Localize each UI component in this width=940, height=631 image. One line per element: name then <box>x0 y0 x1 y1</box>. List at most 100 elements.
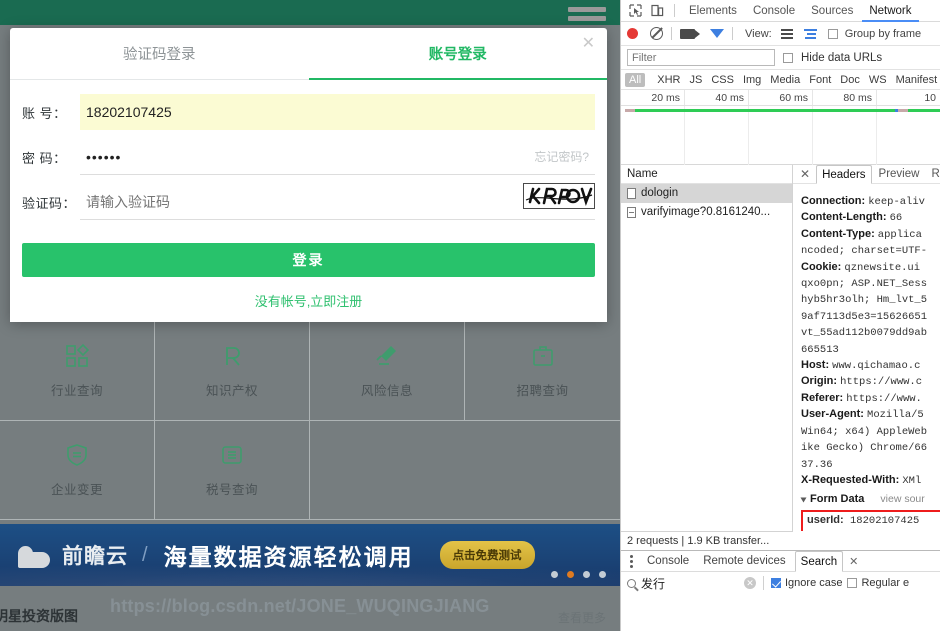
detail-tab-headers[interactable]: Headers <box>816 164 872 184</box>
request-row-dologin[interactable]: dologin <box>621 184 792 203</box>
detail-tab-preview[interactable]: Preview <box>874 165 925 184</box>
type-filter-ws[interactable]: WS <box>865 73 891 87</box>
header-line: hyb5hr3olh; Hm_lvt_5 <box>801 294 928 307</box>
login-form: 账 号： 密 码： 忘记密码? 验证码： <box>10 80 607 310</box>
regular-expression-checkbox[interactable] <box>847 578 858 588</box>
tab-sources[interactable]: Sources <box>804 0 860 22</box>
ignore-case-checkbox[interactable] <box>771 578 781 588</box>
type-filter-doc[interactable]: Doc <box>836 73 864 87</box>
hamburger-menu-icon[interactable] <box>568 7 606 25</box>
captcha-field-row: 验证码： <box>22 183 595 220</box>
type-filter-manifest[interactable]: Manifest <box>892 73 940 87</box>
search-input[interactable] <box>641 576 739 590</box>
type-filter-css[interactable]: CSS <box>707 73 738 87</box>
website-page: 行业查询 知识产权 风险信息 招聘查询 企业变更 税号查询 前瞻云 / 海量数据… <box>0 0 620 631</box>
type-filter-font[interactable]: Font <box>805 73 835 87</box>
register-link[interactable]: 没有帐号,立即注册 <box>22 291 595 310</box>
form-data-entry: userId: 18202107425 <box>807 513 920 527</box>
header-line: Connection: keep-aliv <box>801 195 925 208</box>
promo-banner[interactable]: 前瞻云 / 海量数据资源轻松调用 点击免费测试 <box>0 524 620 586</box>
login-modal: ✕ 验证码登录 账号登录 账 号： 密 码： 忘记密码? <box>10 28 607 322</box>
network-timeline-overview[interactable]: 20 ms 40 ms 60 ms 80 ms 10 <box>621 90 940 165</box>
waterfall-view-icon[interactable] <box>803 28 817 39</box>
request-row-varifyimage[interactable]: varifyimage?0.8161240... <box>621 203 792 222</box>
captcha-input[interactable] <box>80 183 595 220</box>
carousel-dot[interactable] <box>583 571 590 578</box>
carousel-dot[interactable] <box>551 571 558 578</box>
camera-icon[interactable] <box>680 28 700 39</box>
type-filter-all[interactable]: All <box>625 72 646 87</box>
detail-tab-response[interactable]: Respo <box>926 165 940 184</box>
captcha-image[interactable] <box>523 183 595 209</box>
request-detail-pane: ✕ Headers Preview Respo Connection: keep… <box>793 164 940 531</box>
header-line: Content-Type: applica <box>801 227 922 241</box>
drawer-tab-remote-devices[interactable]: Remote devices <box>698 551 790 572</box>
more-options-icon[interactable] <box>625 554 638 568</box>
captcha-glyphs <box>525 187 593 206</box>
service-cell-empty <box>465 421 620 520</box>
close-search-tab-icon[interactable]: ✕ <box>849 555 858 568</box>
service-cell-recruit[interactable]: 招聘查询 <box>465 322 620 421</box>
timeline-gridlines <box>621 106 940 165</box>
regular-expression-option[interactable]: Regular e <box>847 577 909 589</box>
account-input[interactable] <box>80 94 595 130</box>
banner-carousel-dots[interactable] <box>551 571 606 578</box>
view-source-link[interactable]: view sour <box>880 492 924 507</box>
service-label: 企业变更 <box>50 483 103 497</box>
tick-label: 10 <box>924 92 936 104</box>
devtools-drawer: Console Remote devices Search ✕ ✕ Ignore… <box>621 550 940 594</box>
hide-data-urls-checkbox[interactable] <box>783 52 793 63</box>
type-filter-xhr[interactable]: XHR <box>653 73 684 87</box>
toggle-device-toolbar-icon[interactable] <box>647 2 667 20</box>
form-data-section-toggle[interactable]: Form Data view sour <box>800 492 940 507</box>
tab-network[interactable]: Network <box>862 0 918 22</box>
drawer-tab-console[interactable]: Console <box>642 551 694 572</box>
header-line: 9af7113d5e3=15626651 <box>801 310 928 323</box>
close-detail-icon[interactable]: ✕ <box>796 167 814 181</box>
type-filter-media[interactable]: Media <box>766 73 804 87</box>
list-view-icon[interactable] <box>780 28 793 39</box>
service-cell-risk[interactable]: 风险信息 <box>310 322 465 421</box>
funnel-icon[interactable] <box>710 29 724 38</box>
tab-account-login[interactable]: 账号登录 <box>308 28 608 80</box>
service-label: 风险信息 <box>360 384 413 398</box>
section-more-link[interactable]: 查看更多 <box>558 609 606 626</box>
tick-label: 20 ms <box>621 90 685 105</box>
service-cell-industry[interactable]: 行业查询 <box>0 322 155 421</box>
banner-cta-button[interactable]: 点击免费测试 <box>439 541 535 569</box>
tick-label: 60 ms <box>749 90 813 105</box>
forgot-password-link[interactable]: 忘记密码? <box>534 148 589 165</box>
divider <box>674 4 675 17</box>
filter-input[interactable] <box>627 49 775 66</box>
header-line: Cookie: qznewsite.ui <box>801 260 921 274</box>
inspect-element-icon[interactable] <box>625 2 645 20</box>
clear-search-icon[interactable]: ✕ <box>744 577 756 589</box>
service-label: 招聘查询 <box>516 384 569 398</box>
site-header-bar <box>0 0 620 25</box>
record-dot-icon[interactable] <box>627 28 638 39</box>
header-line: ncoded; charset=UTF- <box>801 245 928 258</box>
password-input[interactable] <box>80 138 595 175</box>
clear-icon[interactable] <box>650 27 663 40</box>
type-filter-js[interactable]: JS <box>685 73 706 87</box>
detail-tabbar: ✕ Headers Preview Respo <box>793 164 940 184</box>
tab-elements[interactable]: Elements <box>682 0 744 22</box>
drawer-tab-search[interactable]: Search <box>794 550 844 572</box>
login-tabs: 验证码登录 账号登录 <box>10 28 607 80</box>
login-button[interactable]: 登录 <box>22 243 595 277</box>
service-cell-ip[interactable]: 知识产权 <box>155 322 310 421</box>
header-line: 37.36 <box>801 458 833 471</box>
tab-console[interactable]: Console <box>746 0 802 22</box>
password-field-row: 密 码： 忘记密码? <box>22 138 595 175</box>
ignore-case-option[interactable]: Ignore case <box>771 577 842 589</box>
header-line <box>801 186 940 194</box>
banner-slogan: 海量数据资源轻松调用 <box>163 544 414 570</box>
header-line: User-Agent: Mozilla/5 <box>801 408 924 422</box>
group-by-frame-checkbox[interactable] <box>827 28 838 39</box>
service-cell-tax[interactable]: 税号查询 <box>155 421 310 520</box>
type-filter-img[interactable]: Img <box>739 73 765 87</box>
tab-sms-login[interactable]: 验证码登录 <box>10 28 309 79</box>
carousel-dot[interactable] <box>599 571 606 578</box>
carousel-dot-active[interactable] <box>567 571 574 578</box>
service-cell-change[interactable]: 企业变更 <box>0 421 155 520</box>
